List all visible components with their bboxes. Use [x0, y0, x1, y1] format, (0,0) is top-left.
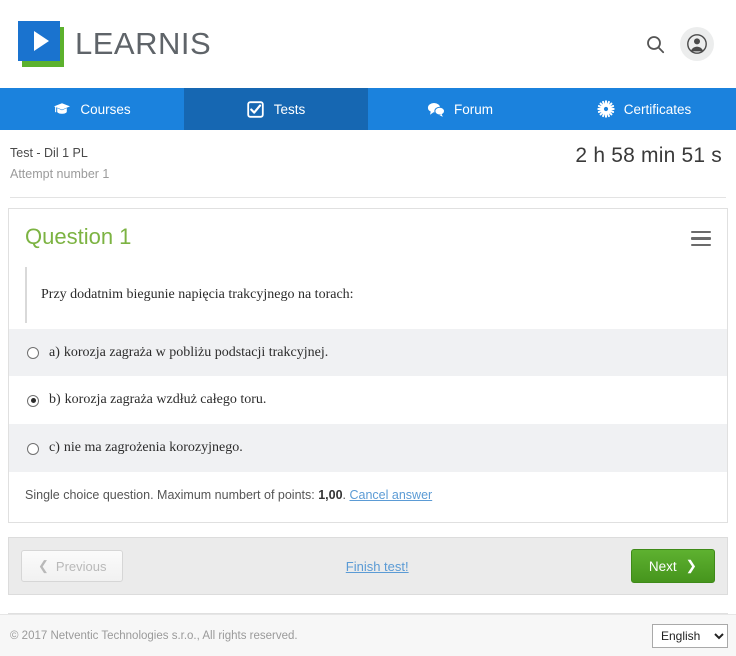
- answer-text-b: korozja zagraża wzdłuż całego toru.: [64, 392, 267, 408]
- checkbox-checked-icon: [247, 100, 265, 118]
- top-bar-actions: [646, 27, 714, 61]
- nav-label-tests: Tests: [273, 101, 306, 117]
- test-header: Test - Dil 1 PL Attempt number 1 2 h 58 …: [0, 130, 736, 185]
- cancel-answer-link[interactable]: Cancel answer: [350, 488, 433, 502]
- certificate-seal-icon: [597, 100, 615, 118]
- answer-text-c: nie ma zagrożenia korozyjnego.: [63, 440, 243, 456]
- answer-option-c[interactable]: c) nie ma zagrożenia korozyjnego.: [9, 424, 727, 473]
- test-timer: 2 h 58 min 51 s: [575, 144, 722, 167]
- question-meta: Single choice question. Maximum numbert …: [9, 472, 727, 522]
- top-bar: LEARNIS: [0, 0, 736, 88]
- main-navigation: Courses Tests Forum Certificates: [0, 88, 736, 130]
- next-button[interactable]: Next ❯: [630, 549, 715, 584]
- logo-blue-square: [18, 21, 60, 61]
- nav-item-courses[interactable]: Courses: [0, 88, 184, 130]
- radio-button-b[interactable]: [27, 394, 39, 407]
- header-divider: [10, 196, 726, 198]
- previous-button[interactable]: ❮ Previous: [21, 550, 124, 583]
- question-max-points: 1,00: [318, 488, 343, 503]
- answer-text-a: korozja zagraża w pobliżu podstacji trak…: [63, 344, 329, 360]
- nav-item-certificates[interactable]: Certificates: [552, 88, 736, 130]
- question-meta-prefix: Single choice question. Maximum numbert …: [25, 488, 319, 503]
- nav-label-courses: Courses: [80, 101, 131, 117]
- answer-label-a: a) korozja zagraża w pobliżu podstacji tr…: [49, 345, 328, 362]
- hamburger-menu-icon[interactable]: [691, 230, 711, 246]
- answer-letter-a: a): [49, 344, 60, 360]
- previous-button-label: Previous: [55, 558, 107, 574]
- learnis-logo-mark: [18, 21, 64, 67]
- answer-letter-b: b): [49, 392, 61, 408]
- search-icon[interactable]: [646, 35, 665, 54]
- page-footer: © 2017 Netventic Technologies s.r.o., Al…: [0, 614, 736, 656]
- brand-name: LEARNIS: [75, 26, 212, 61]
- chevron-right-icon: ❯: [685, 558, 697, 574]
- question-text: Przy dodatnim biegunie napięcia trakcyjn…: [41, 286, 354, 302]
- answer-option-b[interactable]: b) korozja zagraża wzdłuż całego toru.: [9, 376, 727, 424]
- answer-option-a[interactable]: a) korozja zagraża w pobliżu podstacji tr…: [9, 328, 727, 377]
- question-card-header: Question 1: [9, 209, 727, 249]
- question-text-block: Przy dodatnim biegunie napięcia trakcyjn…: [25, 266, 711, 323]
- chevron-left-icon: ❮: [38, 558, 49, 574]
- avatar: [680, 27, 714, 61]
- language-select[interactable]: English: [652, 623, 728, 648]
- test-header-left: Test - Dil 1 PL Attempt number 1: [10, 144, 109, 185]
- answer-letter-c: c): [49, 440, 60, 456]
- answer-label-b: b) korozja zagraża wzdłuż całego toru.: [49, 392, 266, 409]
- brand-logo[interactable]: LEARNIS: [18, 21, 211, 67]
- nav-label-forum: Forum: [453, 101, 493, 117]
- next-button-label: Next: [648, 558, 677, 574]
- copyright-text: © 2017 Netventic Technologies s.r.o., Al…: [10, 629, 298, 642]
- speech-bubbles-icon: [427, 100, 445, 118]
- test-attempt: Attempt number 1: [10, 167, 110, 182]
- play-triangle-icon: [34, 31, 49, 51]
- question-heading: Question 1: [25, 223, 132, 249]
- user-account-button[interactable]: [680, 27, 714, 61]
- nav-label-certificates: Certificates: [623, 101, 692, 117]
- test-title: Test - Dil 1 PL: [10, 146, 88, 160]
- radio-button-a[interactable]: [27, 347, 39, 360]
- finish-test-link[interactable]: Finish test!: [346, 559, 409, 574]
- answer-options: a) korozja zagraża w pobliżu podstacji tr…: [9, 328, 727, 473]
- answer-label-c: c) nie ma zagrożenia korozyjnego.: [49, 440, 243, 457]
- nav-item-forum[interactable]: Forum: [368, 88, 552, 130]
- nav-item-tests[interactable]: Tests: [184, 88, 368, 130]
- radio-button-c[interactable]: [27, 442, 39, 455]
- question-meta-suffix: .: [342, 488, 350, 503]
- graduation-cap-icon: [53, 100, 71, 118]
- question-card: Question 1 Przy dodatnim biegunie napięc…: [8, 207, 728, 524]
- question-pager: ❮ Previous Finish test! Next ❯: [8, 537, 728, 596]
